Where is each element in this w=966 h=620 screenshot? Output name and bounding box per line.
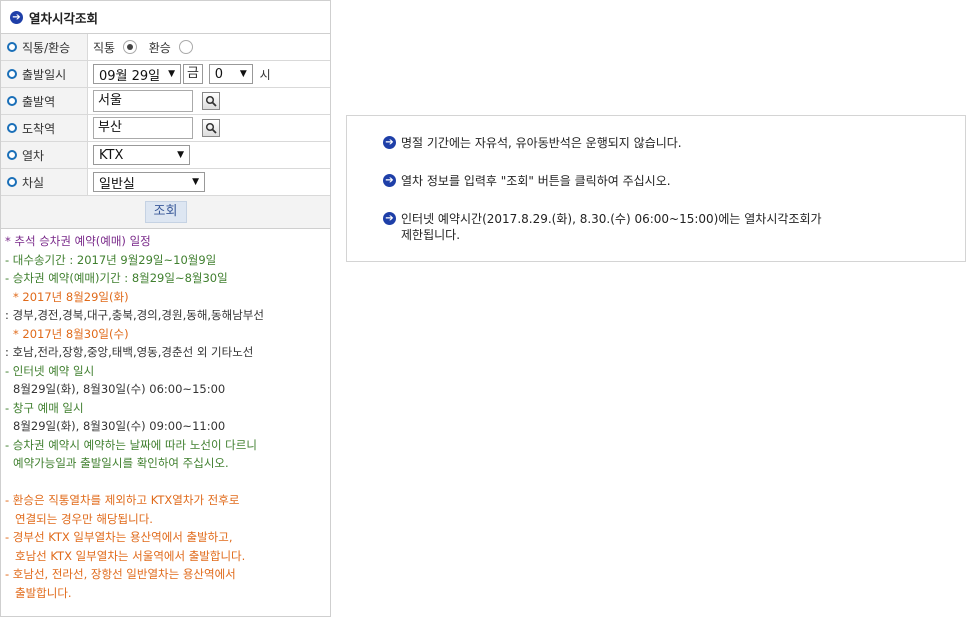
arrow-circle-icon: ➔: [383, 174, 396, 187]
info-message: ➔ 인터넷 예약시간(2017.8.29.(화), 8.30.(수) 06:00…: [383, 211, 822, 243]
panel-title-bar: ➔ 열차시각조회: [1, 1, 330, 34]
hour-unit: 시: [259, 67, 271, 82]
info-message-text: 제한됩니다.: [401, 228, 461, 242]
class-select[interactable]: 일반실 ▼: [93, 172, 205, 192]
train-label: 열차: [22, 148, 45, 163]
info-message: ➔ 명절 기간에는 자유석, 유아동반석은 운행되지 않습니다.: [383, 135, 682, 151]
class-label: 차실: [22, 175, 45, 190]
notice-line: - 승차권 예약시 예약하는 날짜에 따라 노선이 다르니: [5, 437, 257, 452]
from-station-label: 출발역: [22, 94, 56, 109]
train-select[interactable]: KTX ▼: [93, 145, 190, 165]
bullet-icon: [7, 96, 17, 106]
notice-line: - 경부선 KTX 일부열차는 용산역에서 출발하고,: [5, 530, 233, 544]
bullet-icon: [7, 123, 17, 133]
notice-line: - 환승은 직통열차를 제외하고 KTX열차가 전후로: [5, 493, 240, 507]
arrow-circle-icon: ➔: [10, 10, 23, 24]
class-select-value: 일반실: [99, 176, 135, 192]
notice-line: 8월29일(화), 8월30일(수) 09:00~11:00: [13, 419, 226, 433]
notice-line: 예약가능일과 출발일시를 확인하여 주십시오.: [13, 456, 229, 470]
row-train: 열차 KTX ▼: [1, 141, 330, 169]
date-select[interactable]: 09월 29일 ▼: [93, 64, 181, 84]
notice-line: - 인터넷 예약 일시: [5, 363, 95, 378]
arrow-circle-icon: ➔: [383, 136, 396, 149]
row-to-station: 도착역 부산: [1, 114, 330, 142]
search-panel: ➔ 열차시각조회 직통/환승 직통 환승 출발일시 09월 29일 ▼ 금 0 ▼ 시…: [0, 0, 331, 617]
magnifier-icon: [205, 122, 217, 134]
transfer-option-label: 환승: [148, 40, 171, 55]
transfer-radio[interactable]: [178, 40, 193, 54]
bullet-icon: [7, 177, 17, 187]
depart-datetime-label: 출발일시: [22, 67, 67, 82]
row-direct: 직통/환승 직통 환승: [1, 34, 330, 61]
lookup-button[interactable]: 조회: [144, 201, 187, 223]
direct-option-label: 직통: [93, 40, 116, 55]
train-select-value: KTX: [99, 147, 124, 163]
bullet-icon: [7, 69, 17, 79]
info-message-text: 열차 정보를 입력후 "조회" 버튼을 클릭하여 주십시오.: [401, 174, 671, 188]
info-message-text: 명절 기간에는 자유석, 유아동반석은 운행되지 않습니다.: [401, 136, 682, 150]
button-row: 조회: [1, 196, 330, 229]
notice-line: 연결되는 경우만 해당됩니다.: [15, 511, 153, 526]
notice-list: * 추석 승차권 예약(예매) 일정 - 대수송기간 : 2017년 9월29일…: [1, 229, 330, 602]
info-message-text: 인터넷 예약시간(2017.8.29.(화), 8.30.(수) 06:00~1…: [401, 212, 822, 226]
notice-line: - 창구 예매 일시: [5, 400, 84, 415]
notice-line: 출발합니다.: [15, 585, 72, 600]
bullet-icon: [7, 150, 17, 160]
notice-line: - 대수송기간 : 2017년 9월29일~10월9일: [5, 252, 217, 267]
row-depart-datetime: 출발일시 09월 29일 ▼ 금 0 ▼ 시: [1, 60, 330, 88]
info-message: ➔ 열차 정보를 입력후 "조회" 버튼을 클릭하여 주십시오.: [383, 173, 671, 189]
notice-line: : 호남,전라,장항,중앙,태백,영동,경춘선 외 기타노선: [5, 345, 254, 359]
notice-line: 호남선 KTX 일부열차는 서울역에서 출발합니다.: [15, 548, 246, 563]
notice-line: * 2017년 8월30일(수): [13, 326, 129, 341]
to-station-input[interactable]: 부산: [93, 117, 193, 139]
panel-title: 열차시각조회: [29, 10, 99, 26]
magnifier-icon: [205, 95, 217, 107]
notice-line: - 승차권 예약(예매)기간 : 8월29일~8월30일: [5, 271, 228, 285]
row-class: 차실 일반실 ▼: [1, 168, 330, 196]
row-from-station: 출발역 서울: [1, 87, 330, 115]
info-box: ➔ 명절 기간에는 자유석, 유아동반석은 운행되지 않습니다. ➔ 열차 정보…: [346, 115, 966, 262]
triangle-down-icon: ▼: [239, 69, 247, 79]
day-of-week: 금: [183, 64, 203, 84]
notice-line: : 경부,경전,경북,대구,충북,경의,경원,동해,동해남부선: [5, 308, 264, 322]
arrow-circle-icon: ➔: [383, 212, 396, 225]
notice-line: 8월29일(화), 8월30일(수) 06:00~15:00: [13, 382, 226, 396]
notice-line: * 추석 승차권 예약(예매) 일정: [5, 234, 151, 248]
to-station-search-button[interactable]: [201, 119, 220, 137]
hour-select[interactable]: 0 ▼: [208, 64, 253, 84]
triangle-down-icon: ▼: [177, 150, 184, 160]
bullet-icon: [7, 42, 17, 52]
from-station-search-button[interactable]: [201, 92, 220, 110]
to-station-label: 도착역: [22, 121, 56, 136]
triangle-down-icon: ▼: [192, 177, 199, 187]
notice-line: - 호남선, 전라선, 장항선 일반열차는 용산역에서: [5, 567, 236, 581]
direct-label: 직통/환승: [22, 40, 71, 55]
triangle-down-icon: ▼: [168, 69, 175, 79]
search-form: 직통/환승 직통 환승 출발일시 09월 29일 ▼ 금 0 ▼ 시 출발역 서울: [1, 34, 330, 196]
notice-line: * 2017년 8월29일(화): [13, 289, 129, 304]
from-station-input[interactable]: 서울: [93, 90, 193, 112]
hour-select-value: 0: [214, 66, 224, 82]
date-select-value: 09월 29일: [99, 68, 161, 84]
direct-radio[interactable]: [122, 40, 137, 54]
